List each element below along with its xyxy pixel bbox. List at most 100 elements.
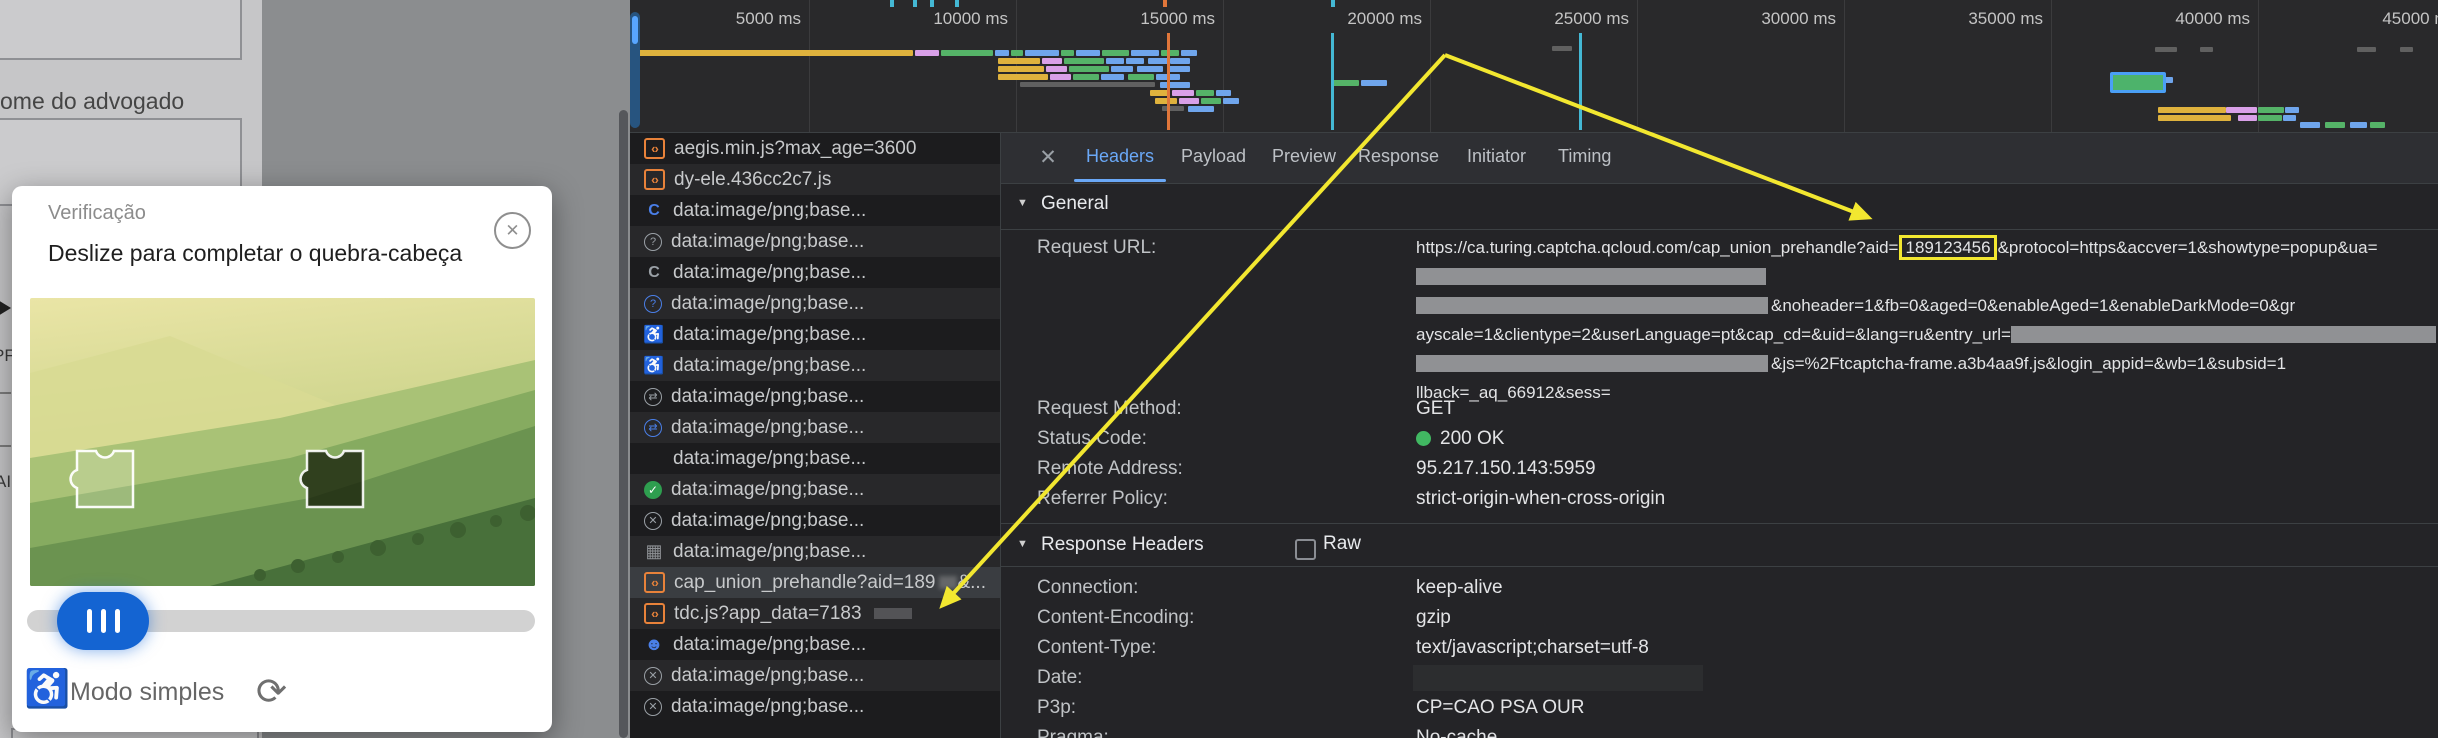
tab-headers[interactable]: Headers bbox=[1086, 133, 1154, 180]
captcha-puzzle-image bbox=[30, 298, 535, 586]
redacted-bar bbox=[2011, 326, 2436, 343]
chevron-down-icon[interactable]: ▼ bbox=[1017, 197, 1028, 209]
timeline-gridline bbox=[1844, 0, 1845, 132]
response-header-value: No-cache bbox=[1416, 723, 1497, 738]
network-request-row[interactable]: ⇄data:image/png;base... bbox=[630, 412, 1000, 443]
timeline-gridline bbox=[1223, 0, 1224, 132]
divider bbox=[1001, 229, 2438, 230]
page-arrow-fragment bbox=[0, 300, 11, 316]
page-divider bbox=[0, 392, 11, 394]
tab-preview[interactable]: Preview bbox=[1272, 133, 1336, 180]
network-request-row[interactable]: ✕data:image/png;base... bbox=[630, 660, 1000, 691]
request-name: data:image/png;base... bbox=[671, 479, 864, 501]
puzzle-piece-hole bbox=[301, 451, 363, 507]
response-header-label: Connection: bbox=[1037, 573, 1138, 603]
js-file-icon: ‹› bbox=[644, 603, 665, 624]
accessibility-image-icon: ♿ bbox=[644, 356, 664, 376]
js-file-icon: ‹› bbox=[644, 572, 665, 593]
timeline-tick-label: 30000 ms bbox=[1686, 9, 1836, 29]
page-scrollbar[interactable] bbox=[619, 110, 628, 738]
network-request-row[interactable]: ✓data:image/png;base... bbox=[630, 474, 1000, 505]
divider bbox=[1001, 523, 2438, 524]
help-image-icon: ? bbox=[644, 295, 662, 313]
close-image-icon: ✕ bbox=[644, 512, 662, 530]
tab-payload[interactable]: Payload bbox=[1181, 133, 1246, 180]
network-request-row[interactable]: data:image/png;base... bbox=[630, 443, 1000, 474]
captcha-instruction: Deslize para completar o quebra-cabeça bbox=[48, 240, 462, 267]
network-request-row[interactable]: Cdata:image/png;base... bbox=[630, 195, 1000, 226]
network-request-row[interactable]: Cdata:image/png;base... bbox=[630, 257, 1000, 288]
redacted-bar bbox=[1416, 268, 1766, 285]
general-value: strict-origin-when-cross-origin bbox=[1416, 484, 1665, 514]
raw-checkbox-label[interactable]: Raw bbox=[1323, 533, 1361, 555]
timeline-tick-label: 35000 ms bbox=[1893, 9, 2043, 29]
chevron-down-icon[interactable]: ▼ bbox=[1017, 538, 1028, 550]
response-header-label: Content-Type: bbox=[1037, 633, 1156, 663]
request-url-line4: ayscale=1&clientype=2&userLanguage=pt&ca… bbox=[1416, 320, 2436, 349]
network-request-row[interactable]: ✕data:image/png;base... bbox=[630, 505, 1000, 536]
blank-icon bbox=[644, 449, 664, 469]
timeline-gridline bbox=[2258, 0, 2259, 132]
close-icon[interactable]: ✕ bbox=[494, 212, 531, 249]
network-overview-timeline[interactable]: 5000 ms10000 ms15000 ms20000 ms25000 ms3… bbox=[630, 0, 2438, 133]
tab-response[interactable]: Response bbox=[1358, 133, 1439, 180]
network-request-row[interactable]: ‹› aegis.min.js?max_age=3600 bbox=[630, 133, 1000, 164]
simple-mode-link[interactable]: Modo simples bbox=[70, 678, 224, 707]
status-ok-dot bbox=[1416, 431, 1431, 446]
response-header-row: P3p:CP=CAO PSA OUR bbox=[1001, 693, 2438, 723]
timeline-gridline bbox=[809, 0, 810, 132]
refresh-image-icon: C bbox=[644, 201, 664, 221]
redacted-value bbox=[1413, 665, 1703, 691]
network-request-row[interactable]: ? data:image/png;base... bbox=[630, 226, 1000, 257]
request-name: aegis.min.js?max_age=3600 bbox=[674, 138, 916, 160]
refresh-icon[interactable]: ⟳ bbox=[256, 670, 287, 713]
request-name: data:image/png;base... bbox=[671, 293, 864, 315]
network-request-row[interactable]: ? data:image/png;base... bbox=[630, 288, 1000, 319]
request-name: data:image/png;base... bbox=[673, 262, 866, 284]
network-request-row[interactable]: ☻data:image/png;base... bbox=[630, 629, 1000, 660]
divider bbox=[1001, 566, 2438, 567]
request-url-label: Request URL: bbox=[1037, 233, 1156, 262]
network-request-row[interactable]: ‹›dy-ele.436cc2c7.js bbox=[630, 164, 1000, 195]
swap-image-icon: ⇄ bbox=[644, 388, 662, 406]
response-header-label: P3p: bbox=[1037, 693, 1076, 723]
request-url-line2 bbox=[1416, 262, 2436, 291]
timeline-tick-label: 20000 ms bbox=[1272, 9, 1422, 29]
request-name: data:image/png;base... bbox=[671, 665, 864, 687]
general-row: Referrer Policy:strict-origin-when-cross… bbox=[1001, 484, 2438, 514]
request-name: data:image/png;base... bbox=[671, 417, 864, 439]
network-request-row[interactable]: ▦data:image/png;base... bbox=[630, 536, 1000, 567]
slider-handle[interactable] bbox=[57, 592, 149, 650]
response-header-value: text/javascript;charset=utf-8 bbox=[1416, 633, 1649, 663]
general-value: GET bbox=[1416, 394, 1455, 424]
captcha-title: Verificação bbox=[48, 202, 146, 225]
network-request-row[interactable]: ✕data:image/png;base... bbox=[630, 691, 1000, 722]
network-request-row[interactable]: ♿ data:image/png;base... bbox=[630, 319, 1000, 350]
request-name: data:image/png;base... bbox=[671, 386, 864, 408]
raw-checkbox[interactable] bbox=[1295, 539, 1316, 560]
tab-timing[interactable]: Timing bbox=[1558, 133, 1611, 180]
response-header-row: Content-Type: text/javascript;charset=utf… bbox=[1001, 633, 2438, 663]
response-headers-section-title[interactable]: Response Headers bbox=[1041, 534, 1204, 556]
response-header-row: Pragma:No-cache bbox=[1001, 723, 2438, 738]
help-image-icon: ? bbox=[644, 233, 662, 251]
timeline-tick-label: 25000 ms bbox=[1479, 9, 1629, 29]
tab-initiator[interactable]: Initiator bbox=[1467, 133, 1526, 180]
page-text-fragment: AI bbox=[0, 472, 11, 492]
accessibility-image-icon: ♿ bbox=[644, 325, 664, 345]
active-tab-underline bbox=[1074, 179, 1166, 182]
request-url-line5: &js=%2Ftcaptcha-frame.a3b4aa9f.js&login_… bbox=[1416, 349, 2436, 378]
network-request-row[interactable]: ♿data:image/png;base... bbox=[630, 350, 1000, 381]
response-header-label: Content-Encoding: bbox=[1037, 603, 1194, 633]
general-section-title[interactable]: General bbox=[1041, 193, 1109, 215]
page-input-top[interactable] bbox=[0, 0, 242, 60]
request-name: data:image/png;base... bbox=[671, 696, 864, 718]
request-name: data:image/png;base... bbox=[673, 324, 866, 346]
request-name: data:image/png;base... bbox=[671, 231, 864, 253]
js-file-icon: ‹› bbox=[644, 138, 665, 159]
network-request-row[interactable]: ⇄ data:image/png;base... bbox=[630, 381, 1000, 412]
request-name: dy-ele.436cc2c7.js bbox=[674, 169, 831, 191]
request-name: data:image/png;base... bbox=[673, 634, 866, 656]
timeline-gridline bbox=[1637, 0, 1638, 132]
close-icon[interactable]: ✕ bbox=[1034, 144, 1062, 172]
